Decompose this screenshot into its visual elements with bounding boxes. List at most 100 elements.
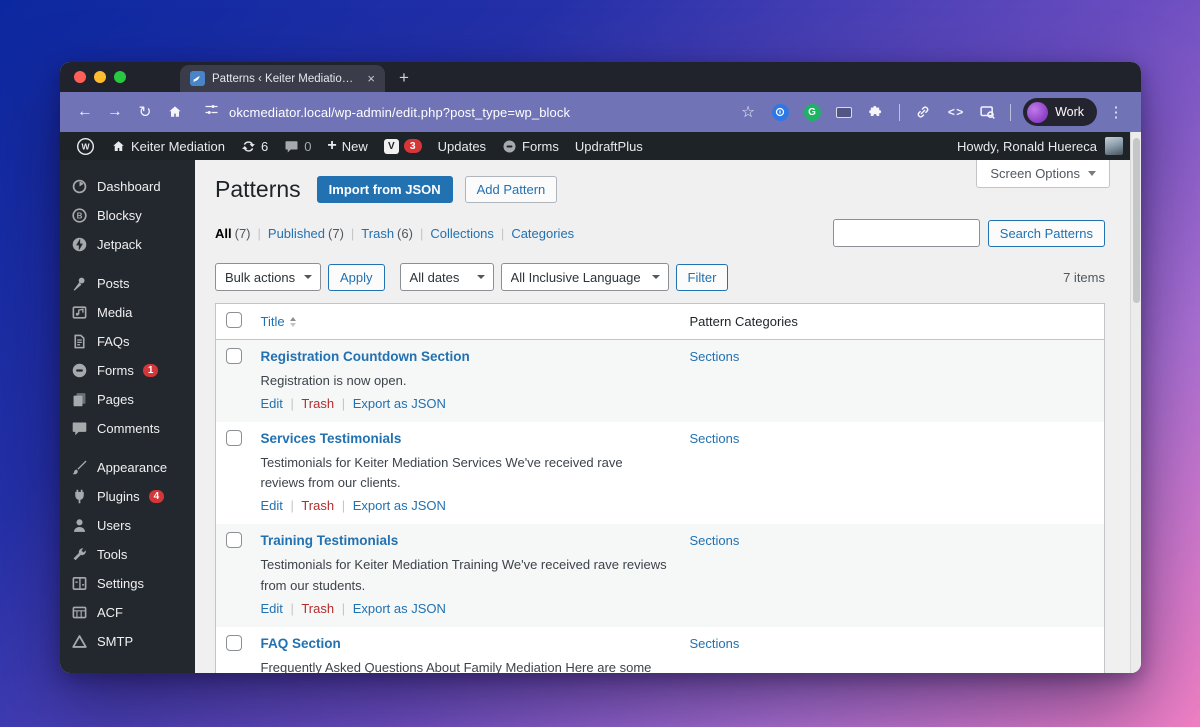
trash-link[interactable]: Trash [301, 498, 334, 513]
sidebar-item-users[interactable]: Users [60, 511, 195, 540]
sidebar-item-appearance[interactable]: Appearance [60, 453, 195, 482]
password-manager-icon[interactable] [765, 97, 795, 127]
tab-close-icon[interactable]: × [365, 70, 377, 87]
language-filter-select[interactable]: All Inclusive Language Sc [500, 263, 669, 291]
back-icon[interactable]: ← [70, 97, 100, 127]
trash-link[interactable]: Trash [301, 396, 334, 411]
site-name: Keiter Mediation [131, 138, 225, 154]
adminbar-site-link[interactable]: Keiter Mediation [103, 132, 233, 160]
comment-icon [72, 422, 87, 436]
adminbar-updates-text-link[interactable]: Updates [430, 132, 494, 160]
new-tab-button[interactable]: + [399, 68, 409, 88]
export-json-link[interactable]: Export as JSON [353, 601, 446, 616]
adminbar-updraft-link[interactable]: UpdraftPlus [567, 132, 651, 160]
filter-button[interactable]: Filter [675, 263, 729, 291]
close-window-button[interactable] [74, 71, 86, 83]
sidebar-item-forms[interactable]: Forms 1 [60, 356, 195, 385]
adminbar-account[interactable]: Howdy, Ronald Huereca [957, 137, 1141, 155]
view-all[interactable]: All (7) [215, 226, 251, 241]
bulk-actions-select[interactable]: Bulk actions [215, 263, 321, 291]
sidebar-item-settings[interactable]: Settings [60, 569, 195, 598]
view-collections[interactable]: Collections [430, 226, 494, 241]
blocksy-icon: B [72, 208, 87, 223]
sidebar-item-pages[interactable]: Pages [60, 385, 195, 414]
edit-link[interactable]: Edit [261, 498, 283, 513]
sidebar-item-comments[interactable]: Comments [60, 414, 195, 443]
bookmark-star-icon[interactable]: ☆ [733, 97, 763, 127]
pattern-category-link[interactable]: Sections [690, 349, 740, 364]
browser-menu-icon[interactable]: ⋮ [1101, 97, 1131, 127]
copy-link-icon[interactable] [908, 97, 938, 127]
view-categories[interactable]: Categories [511, 226, 574, 241]
add-pattern-button[interactable]: Add Pattern [464, 176, 558, 203]
sidebar-item-posts[interactable]: Posts [60, 269, 195, 298]
pattern-title-link[interactable]: Training Testimonials [261, 533, 399, 548]
pattern-title-link[interactable]: Services Testimonials [261, 431, 402, 446]
acf-icon [72, 606, 87, 619]
title-column-sort[interactable]: Title [261, 314, 296, 329]
forms-icon [72, 363, 87, 378]
screenshot-tool-icon[interactable] [829, 97, 859, 127]
maximize-window-button[interactable] [114, 71, 126, 83]
reload-icon[interactable]: ↻ [130, 97, 160, 127]
grammarly-icon[interactable]: G [797, 97, 827, 127]
export-json-link[interactable]: Export as JSON [353, 396, 446, 411]
view-published[interactable]: Published (7) [268, 226, 344, 241]
sidebar-item-faqs[interactable]: FAQs [60, 327, 195, 356]
tune-icon[interactable] [204, 102, 219, 122]
browser-tab[interactable]: Patterns ‹ Keiter Mediation — × [180, 65, 385, 92]
adminbar-new-link[interactable]: + New [319, 132, 375, 160]
dev-code-icon[interactable]: < > [940, 97, 970, 127]
scrollbar-thumb[interactable] [1132, 138, 1140, 303]
row-checkbox[interactable] [226, 634, 242, 651]
apply-button[interactable]: Apply [328, 263, 385, 291]
minimize-window-button[interactable] [94, 71, 106, 83]
updates-count: 6 [260, 138, 269, 154]
sidebar-item-jetpack[interactable]: Jetpack [60, 230, 195, 259]
search-patterns-button[interactable]: Search Patterns [987, 219, 1105, 247]
row-checkbox[interactable] [226, 348, 242, 364]
sidebar-item-blocksy[interactable]: B Blocksy [60, 201, 195, 230]
wp-admin-bar: W Keiter Mediation 6 0 + New V 3 Updates… [60, 132, 1141, 160]
sidebar-item-acf[interactable]: ACF [60, 598, 195, 627]
search-input[interactable] [832, 219, 980, 247]
user-icon [73, 519, 86, 532]
smtp-icon [72, 635, 87, 648]
pattern-category-link[interactable]: Sections [690, 533, 740, 548]
browser-profile-button[interactable]: Work [1023, 98, 1097, 126]
sidebar-item-media[interactable]: Media [60, 298, 195, 327]
forward-icon[interactable]: → [100, 97, 130, 127]
edit-link[interactable]: Edit [261, 396, 283, 411]
sidebar-item-smtp[interactable]: SMTP [60, 627, 195, 656]
select-all-checkbox[interactable] [226, 312, 242, 328]
edit-link[interactable]: Edit [261, 601, 283, 616]
screen-options-tab[interactable]: Screen Options [976, 160, 1110, 188]
extensions-puzzle-icon[interactable] [861, 97, 891, 127]
sidebar-item-dashboard[interactable]: Dashboard [60, 172, 195, 201]
import-from-json-button[interactable]: Import from JSON [316, 176, 453, 203]
inspect-icon[interactable] [972, 97, 1002, 127]
sidebar-item-tools[interactable]: Tools [60, 540, 195, 569]
row-checkbox[interactable] [226, 532, 242, 549]
wp-logo-icon[interactable]: W [68, 132, 103, 160]
address-bar[interactable]: okcmediator.local/wp-admin/edit.php?post… [190, 102, 733, 122]
row-checkbox[interactable] [226, 430, 242, 447]
pattern-excerpt: Testimonials for Keiter Mediation Traini… [260, 557, 667, 593]
home-icon[interactable] [160, 97, 190, 127]
adminbar-v-plugin-link[interactable]: V 3 [376, 132, 430, 160]
sidebar-item-plugins[interactable]: Plugins 4 [60, 482, 195, 511]
chevron-down-icon [304, 275, 312, 279]
page-scrollbar[interactable] [1130, 132, 1141, 673]
pattern-category-link[interactable]: Sections [690, 636, 740, 651]
trash-link[interactable]: Trash [301, 601, 334, 616]
adminbar-updates-link[interactable]: 6 [233, 132, 276, 160]
user-avatar [1105, 137, 1123, 155]
export-json-link[interactable]: Export as JSON [353, 498, 446, 513]
pattern-category-link[interactable]: Sections [690, 431, 740, 446]
adminbar-forms-link[interactable]: Forms [494, 132, 567, 160]
pattern-title-link[interactable]: FAQ Section [261, 636, 341, 651]
pattern-title-link[interactable]: Registration Countdown Section [261, 349, 470, 364]
view-trash[interactable]: Trash (6) [361, 226, 413, 241]
dates-select[interactable]: All dates [399, 263, 494, 291]
adminbar-comments-link[interactable]: 0 [276, 132, 319, 160]
